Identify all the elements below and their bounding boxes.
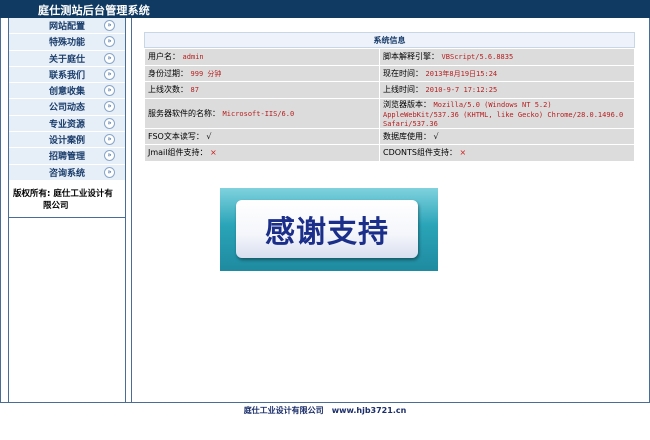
info-cell: 脚本解释引擎： VBScript/5.6.8835 bbox=[379, 48, 635, 66]
chevron-down-icon[interactable]: » bbox=[104, 85, 115, 97]
info-cell: Jmail组件支持： × bbox=[144, 144, 380, 162]
info-cell: 用户名： admin bbox=[144, 48, 380, 66]
thanks-banner-text: 感谢支持 bbox=[265, 215, 389, 250]
info-cell: 数据库使用： √ bbox=[379, 127, 635, 145]
sidebar-item-label: 专业资源 bbox=[49, 119, 86, 130]
app-title: 庭仕测站后台管理系统 bbox=[38, 4, 150, 17]
table-row: Jmail组件支持： × CDONTS组件支持： × bbox=[144, 144, 635, 162]
info-label: 服务器软件的名称： bbox=[148, 108, 220, 118]
table-row: 身份过期： 999 分钟 现在时间： 2013年8月19日15:24 bbox=[144, 64, 635, 82]
info-value: admin bbox=[182, 53, 204, 62]
info-cell: 现在时间： 2013年8月19日15:24 bbox=[379, 64, 635, 82]
system-info-table: 系统信息 用户名： admin 脚本解释引擎： VBScript/5.6.883… bbox=[144, 32, 635, 162]
info-cell: 浏览器版本： Mozilla/5.0 (Windows NT 5.2) Appl… bbox=[379, 97, 635, 129]
info-label: 浏览器版本： bbox=[383, 99, 431, 109]
thanks-banner-panel: 感谢支持 bbox=[236, 200, 418, 258]
table-row: 服务器软件的名称： Microsoft-IIS/6.0 浏览器版本： Mozil… bbox=[144, 97, 635, 129]
info-label: FSO文本读写： bbox=[148, 131, 204, 141]
info-value: 87 bbox=[190, 86, 199, 95]
info-cell: 服务器软件的名称： Microsoft-IIS/6.0 bbox=[144, 97, 380, 129]
sidebar-menu: 网站配置 » 特殊功能 » 关于庭仕 » 联系我们 » 创意收集 » 公司动态 » 专业资源… bbox=[9, 18, 125, 181]
cross-icon: × bbox=[210, 148, 217, 158]
info-label: 现在时间： bbox=[383, 68, 423, 78]
info-cell: 身份过期： 999 分钟 bbox=[144, 64, 380, 82]
sidebar-divider bbox=[131, 18, 132, 403]
sidebar-item-consulting[interactable]: 咨询系统 » bbox=[9, 164, 125, 181]
info-cell: 上线次数： 87 bbox=[144, 81, 380, 99]
info-label: 用户名： bbox=[148, 52, 180, 62]
sidebar-empty-area bbox=[8, 218, 126, 403]
system-info-title: 系统信息 bbox=[144, 32, 635, 48]
info-label: 上线时间： bbox=[383, 85, 423, 95]
sidebar-item-site-config[interactable]: 网站配置 » bbox=[9, 18, 125, 35]
chevron-down-icon[interactable]: » bbox=[104, 68, 115, 80]
table-row: 用户名： admin 脚本解释引擎： VBScript/5.6.8835 bbox=[144, 48, 635, 66]
chevron-down-icon[interactable]: » bbox=[104, 166, 115, 178]
chevron-down-icon[interactable]: » bbox=[104, 117, 115, 129]
check-icon: √ bbox=[433, 131, 439, 141]
info-value: 2013年8月19日15:24 bbox=[425, 69, 498, 78]
sidebar-item-about[interactable]: 关于庭仕 » bbox=[9, 50, 125, 67]
sidebar-item-label: 关于庭仕 bbox=[49, 54, 86, 65]
sidebar-item-label: 公司动态 bbox=[49, 103, 86, 114]
info-label: 脚本解释引擎： bbox=[383, 52, 439, 62]
cross-icon: × bbox=[459, 148, 467, 158]
sidebar-item-cases[interactable]: 设计案例 » bbox=[9, 132, 125, 149]
title-bar: 庭仕测站后台管理系统 bbox=[0, 0, 650, 18]
info-cell: CDONTS组件支持： × bbox=[379, 144, 635, 162]
sidebar-item-recruitment[interactable]: 招聘管理 » bbox=[9, 148, 125, 165]
copyright-line-1: 版权所有: 庭仕工业设计有 bbox=[13, 189, 113, 199]
chevron-down-icon[interactable]: » bbox=[104, 150, 115, 162]
info-cell: 上线时间： 2010-9-7 17:12:25 bbox=[379, 81, 635, 99]
footer-company: 庭仕工业设计有限公司 bbox=[243, 406, 324, 415]
check-icon: √ bbox=[206, 131, 212, 141]
footer: 庭仕工业设计有限公司 www.hjb3721.cn bbox=[0, 405, 650, 416]
sidebar-item-news[interactable]: 公司动态 » bbox=[9, 99, 125, 116]
sidebar-item-label: 网站配置 bbox=[49, 22, 86, 32]
info-cell: FSO文本读写： √ bbox=[144, 127, 380, 145]
info-label: 上线次数： bbox=[148, 85, 188, 95]
sidebar-item-special-functions[interactable]: 特殊功能 » bbox=[9, 34, 125, 51]
table-row: FSO文本读写： √ 数据库使用： √ bbox=[144, 127, 635, 145]
info-label: Jmail组件支持： bbox=[148, 148, 208, 158]
copyright-notice: 版权所有: 庭仕工业设计有 限公司 bbox=[9, 188, 125, 218]
sidebar-item-label: 咨询系统 bbox=[49, 168, 86, 179]
info-value: VBScript/5.6.8835 bbox=[441, 53, 514, 62]
sidebar-item-label: 设计案例 bbox=[49, 136, 86, 147]
sidebar-item-ideas[interactable]: 创意收集 » bbox=[9, 83, 125, 100]
chevron-down-icon[interactable]: » bbox=[104, 52, 115, 64]
info-value: 2010-9-7 17:12:25 bbox=[425, 86, 498, 95]
info-label: 身份过期： bbox=[148, 68, 188, 78]
sidebar-item-label: 创意收集 bbox=[49, 87, 86, 98]
sidebar-item-contact[interactable]: 联系我们 » bbox=[9, 66, 125, 84]
sidebar-item-label: 特殊功能 bbox=[49, 38, 86, 49]
chevron-down-icon[interactable]: » bbox=[104, 101, 115, 113]
sidebar-item-label: 联系我们 bbox=[49, 70, 86, 81]
info-label: 数据库使用： bbox=[383, 131, 431, 141]
sidebar-item-label: 招聘管理 bbox=[49, 152, 86, 163]
copyright-line-2: 限公司 bbox=[43, 201, 69, 211]
info-value: 999 分钟 bbox=[190, 69, 222, 78]
sidebar-item-resources[interactable]: 专业资源 » bbox=[9, 115, 125, 133]
footer-url[interactable]: www.hjb3721.cn bbox=[332, 406, 407, 415]
info-label: CDONTS组件支持： bbox=[383, 148, 457, 158]
chevron-down-icon[interactable]: » bbox=[104, 20, 115, 31]
table-row: 上线次数： 87 上线时间： 2010-9-7 17:12:25 bbox=[144, 81, 635, 99]
sidebar: 网站配置 » 特殊功能 » 关于庭仕 » 联系我们 » 创意收集 » 公司动态 » 专业资源… bbox=[8, 18, 126, 218]
chevron-down-icon[interactable]: » bbox=[104, 36, 115, 48]
thanks-banner-image: 感谢支持 bbox=[220, 188, 438, 271]
info-value: Microsoft-IIS/6.0 bbox=[222, 109, 295, 118]
chevron-down-icon[interactable]: » bbox=[104, 134, 115, 146]
